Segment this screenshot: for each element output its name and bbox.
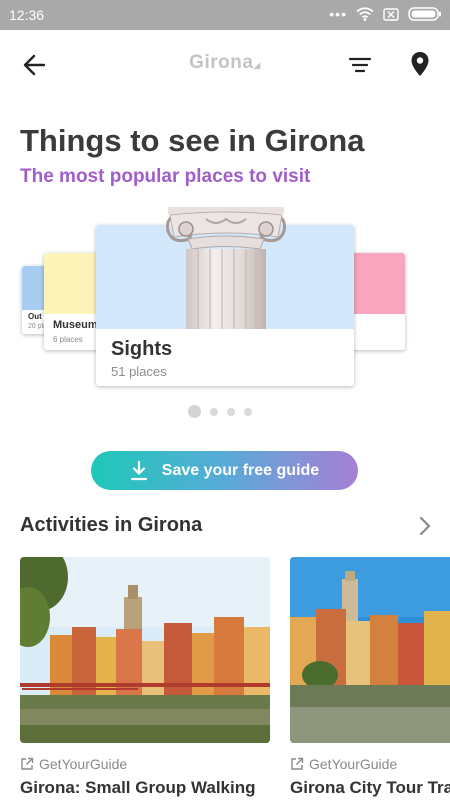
- ionic-column-illustration: [166, 207, 286, 329]
- category-card-name: Sights: [111, 338, 173, 360]
- activity-image: [20, 557, 270, 743]
- activity-card[interactable]: GetYourGuide Girona City Tour Tra: [290, 557, 450, 800]
- page-subtitle: The most popular places to visit: [20, 166, 311, 187]
- activity-image: [290, 557, 450, 743]
- category-card-sights[interactable]: Sights 51 places: [96, 207, 354, 386]
- activity-title: Girona: Small Group Walking: [20, 778, 256, 797]
- app-bar: Girona◢: [0, 30, 450, 100]
- filter-button[interactable]: [345, 50, 375, 80]
- activity-provider: GetYourGuide: [20, 756, 127, 772]
- location-button[interactable]: [405, 49, 435, 81]
- activity-provider-name: GetYourGuide: [39, 756, 128, 772]
- filter-icon: [348, 57, 372, 73]
- carousel-pagination: [188, 405, 252, 418]
- category-card-count: 51 places: [111, 364, 167, 379]
- save-guide-label: Save your free guide: [161, 461, 320, 479]
- save-guide-button[interactable]: Save your free guide: [91, 451, 358, 490]
- pagination-dot[interactable]: [210, 407, 218, 416]
- logo-mark-icon: ◢: [253, 60, 261, 70]
- pagination-dot[interactable]: [227, 407, 235, 416]
- app-logo: Girona◢: [160, 52, 290, 74]
- location-pin-icon: [411, 52, 429, 76]
- dots-icon: •••: [329, 6, 347, 22]
- external-link-icon: [21, 757, 34, 770]
- external-link-icon: [291, 757, 304, 770]
- back-button[interactable]: [20, 50, 50, 80]
- activity-provider-name: GetYourGuide: [309, 756, 398, 772]
- chevron-right-icon[interactable]: [417, 515, 433, 537]
- page-title: Things to see in Girona: [20, 123, 365, 158]
- arrow-left-icon: [23, 54, 46, 76]
- battery-icon: [408, 7, 442, 21]
- download-icon: [130, 460, 147, 480]
- activities-section-title: Activities in Girona: [20, 514, 203, 536]
- wifi-icon: [356, 7, 374, 21]
- app-logo-text: Girona: [189, 52, 254, 73]
- pagination-dot[interactable]: [244, 407, 252, 416]
- status-bar: 12:36 •••: [0, 0, 450, 30]
- activity-card[interactable]: GetYourGuide Girona: Small Group Walking: [20, 557, 270, 800]
- status-time: 12:36: [9, 7, 45, 23]
- category-carousel[interactable]: Out 20 pla Museum 6 places Sights 51 pla…: [0, 205, 450, 400]
- pagination-dot-active[interactable]: [188, 405, 201, 418]
- activity-title: Girona City Tour Tra: [290, 778, 450, 797]
- activity-provider: GetYourGuide: [290, 756, 397, 772]
- status-icons: •••: [329, 7, 442, 21]
- sim-x-icon: [383, 7, 399, 21]
